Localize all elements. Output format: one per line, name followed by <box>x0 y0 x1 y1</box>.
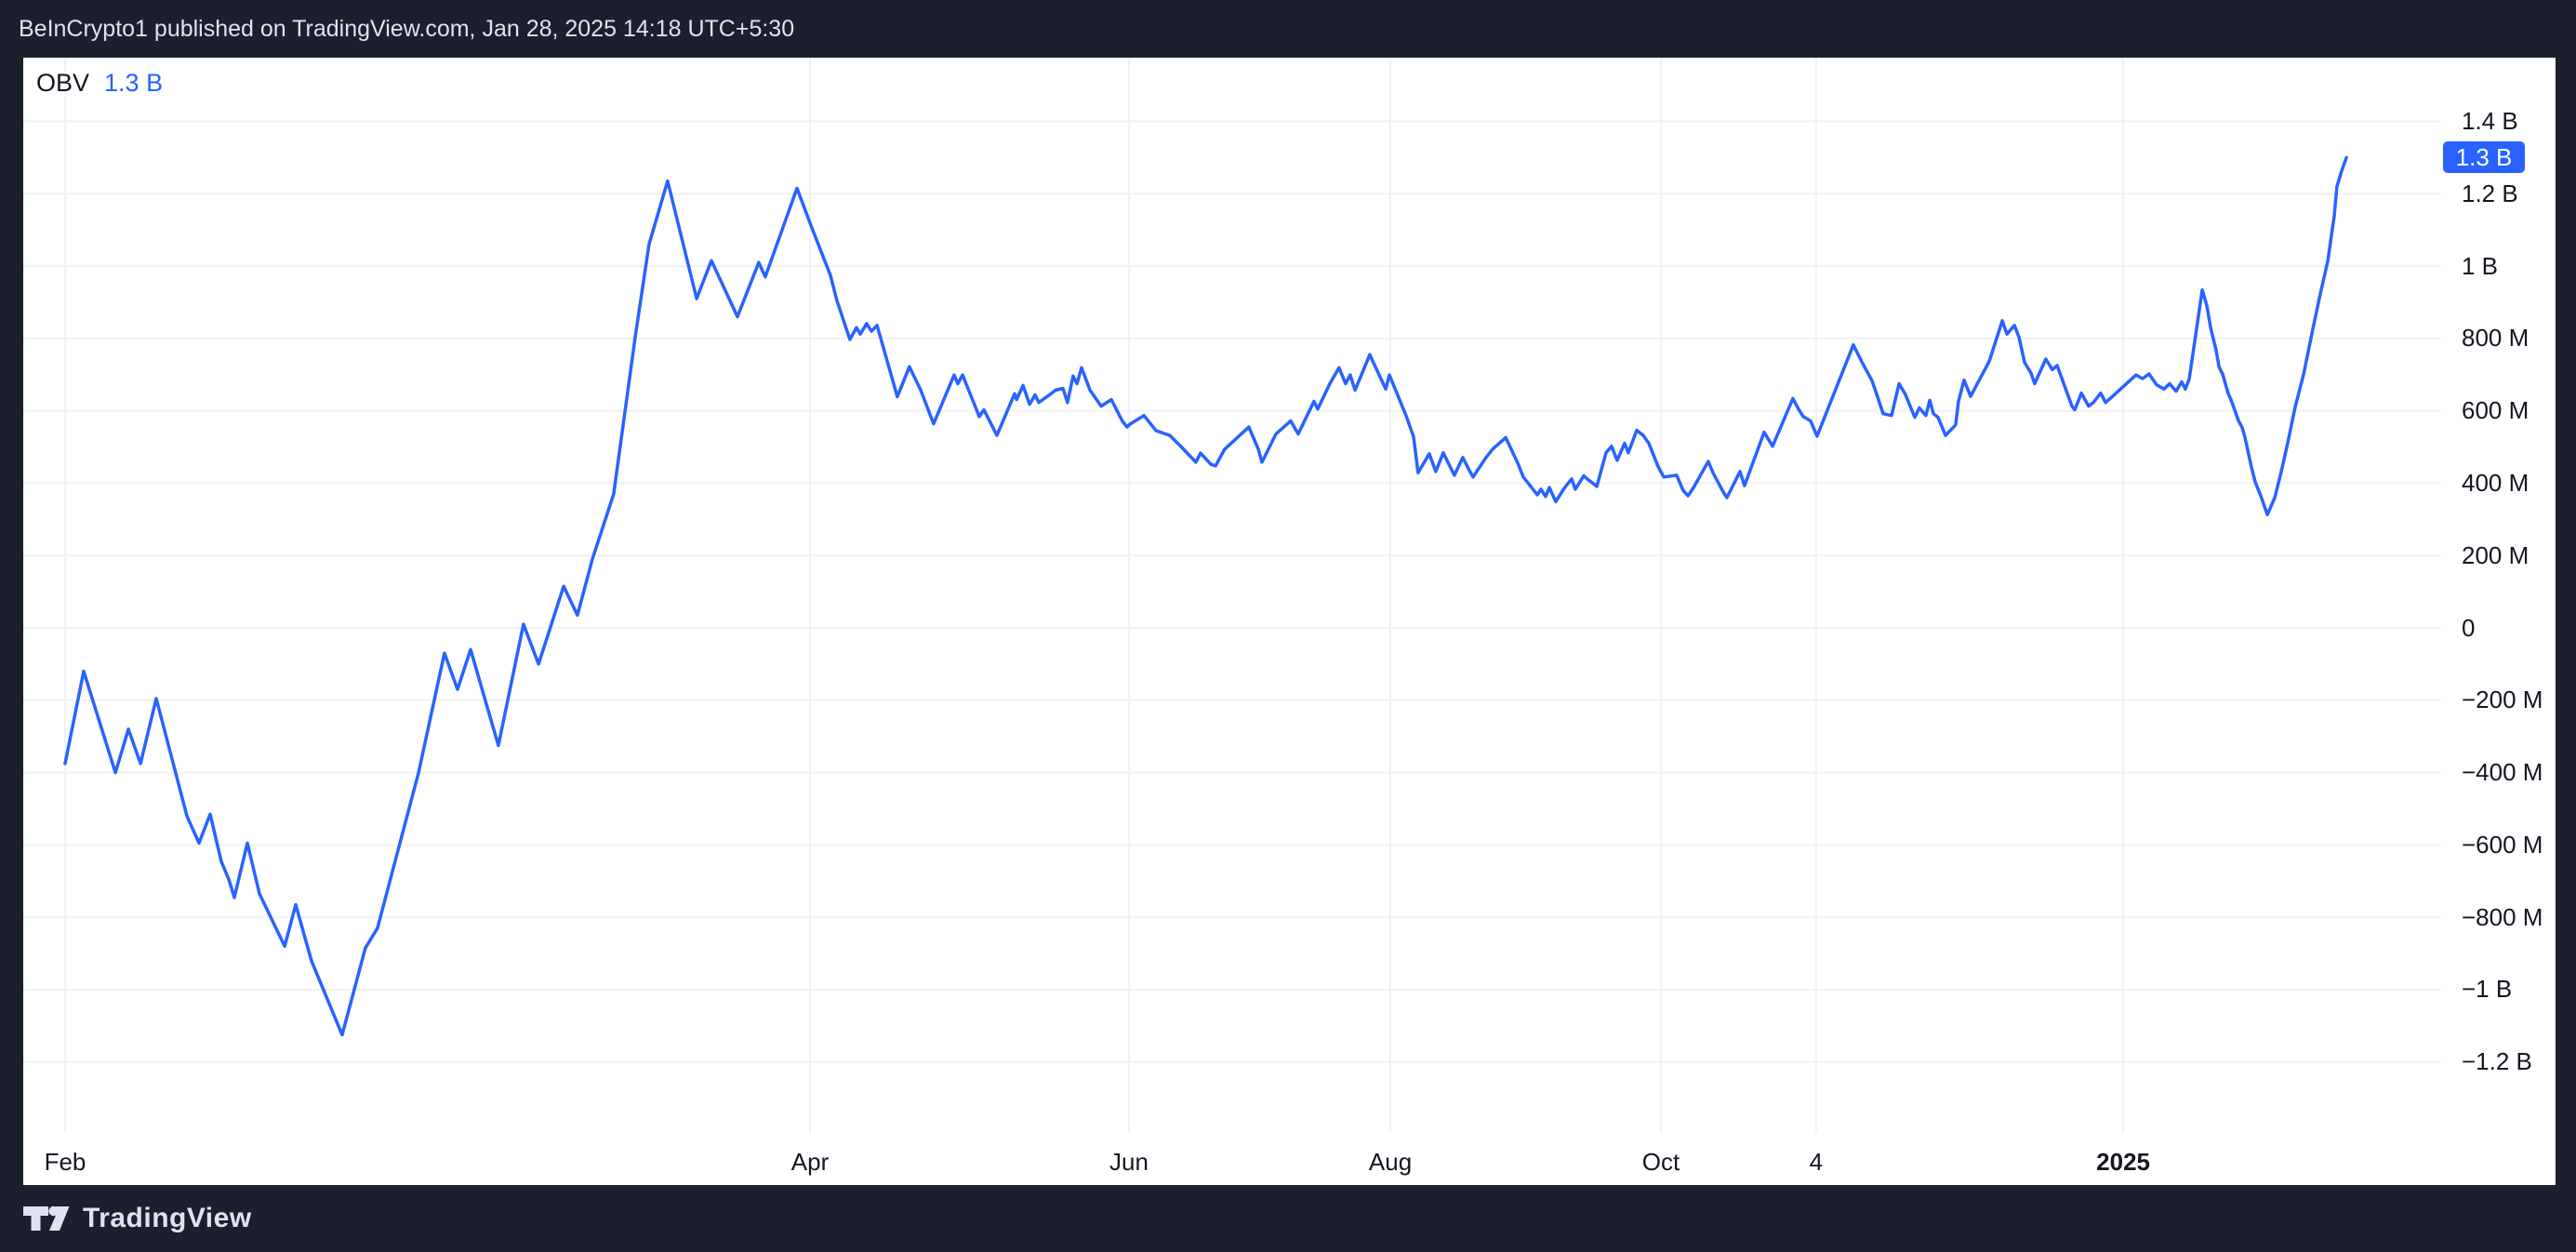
y-axis-label: 1.4 B <box>2462 106 2518 137</box>
y-axis-label: 600 M <box>2462 395 2529 426</box>
x-axis-label: Jun <box>1109 1146 1149 1178</box>
obv-line <box>65 157 2346 1034</box>
y-axis-label: −800 M <box>2462 902 2543 933</box>
chart-canvas[interactable] <box>23 58 2556 1185</box>
tradingview-brand-text[interactable]: TradingView <box>83 1203 252 1234</box>
snapshot-attribution-text: BeInCrypto1 published on TradingView.com… <box>19 16 794 42</box>
last-value-badge: 1.3 B <box>2443 141 2525 173</box>
y-axis-label: −1.2 B <box>2462 1046 2532 1077</box>
x-axis-label: Aug <box>1369 1146 1412 1178</box>
y-axis-label: −600 M <box>2462 830 2543 860</box>
y-axis-label: 200 M <box>2462 540 2529 571</box>
x-axis-label: 4 <box>1810 1146 1823 1178</box>
chart-panel: OBV 1.3 B 1.4 B 1.2 B 1 B 800 M 600 M 400 M 20… <box>23 58 2556 1185</box>
y-axis-label: −200 M <box>2462 685 2543 715</box>
y-axis-label: 800 M <box>2462 323 2529 353</box>
x-axis-label: 2025 <box>2096 1146 2150 1178</box>
y-axis-label: −1 B <box>2462 974 2512 1005</box>
x-axis-label: Oct <box>1642 1146 1680 1178</box>
indicator-legend[interactable]: OBV 1.3 B <box>36 67 163 99</box>
y-axis-label: −400 M <box>2462 757 2543 788</box>
y-axis-label: 0 <box>2462 613 2475 644</box>
snapshot-header: BeInCrypto1 published on TradingView.com… <box>0 0 2576 58</box>
snapshot-footer: TradingView <box>0 1185 2576 1252</box>
y-axis-label: 1.2 B <box>2462 179 2518 209</box>
x-axis-label: Apr <box>791 1146 829 1178</box>
y-axis-label: 1 B <box>2462 251 2498 282</box>
indicator-name: OBV <box>36 67 89 99</box>
indicator-value: 1.3 B <box>104 67 163 99</box>
y-axis-label: 400 M <box>2462 468 2529 499</box>
tradingview-logo-icon[interactable] <box>23 1205 70 1232</box>
tradingview-snapshot: BeInCrypto1 published on TradingView.com… <box>0 0 2576 1252</box>
x-axis-label: Feb <box>45 1146 86 1178</box>
